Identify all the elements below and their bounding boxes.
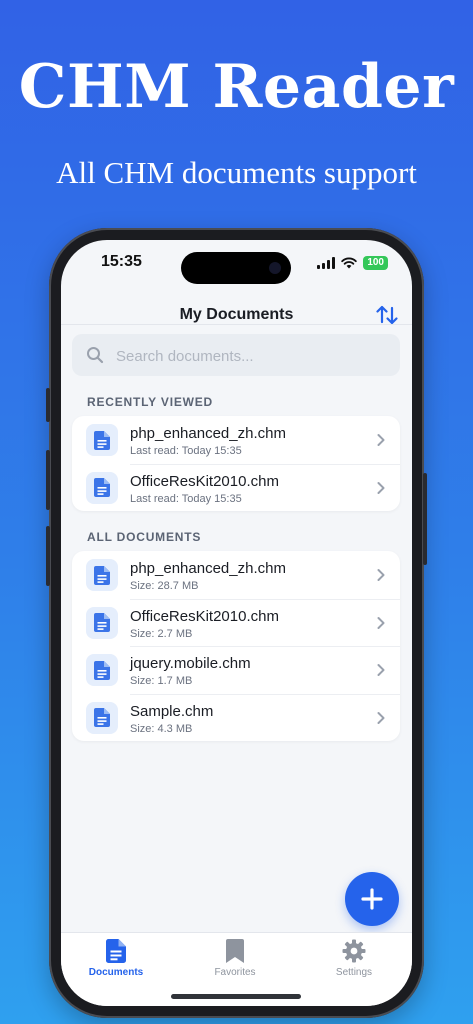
all-documents-list: php_enhanced_zh.chm Size: 28.7 MB Office… <box>72 551 400 741</box>
document-icon <box>86 654 118 686</box>
navigation-bar: My Documents <box>61 292 412 332</box>
promo-subline: All CHM documents support <box>56 155 417 190</box>
chevron-right-icon <box>377 434 385 446</box>
document-icon <box>86 701 118 734</box>
document-size: Size: 4.3 MB <box>130 722 193 735</box>
tab-settings[interactable]: Settings <box>299 939 409 989</box>
chevron-right-icon <box>377 569 385 581</box>
document-icon <box>86 424 118 456</box>
document-icon <box>86 559 118 591</box>
section-title-all-documents: ALL DOCUMENTS <box>87 530 202 544</box>
recently-viewed-list: php_enhanced_zh.chm Last read: Today 15:… <box>72 416 400 511</box>
battery-indicator: 100 <box>363 256 388 270</box>
page-title: My Documents <box>179 306 294 323</box>
list-item[interactable]: Sample.chm Size: 4.3 MB <box>72 693 400 742</box>
wifi-icon <box>341 257 358 269</box>
search-icon <box>87 347 104 364</box>
document-size: Size: 28.7 MB <box>130 580 199 592</box>
promo-headline: CHM Reader <box>18 52 455 122</box>
status-bar: 15:35 100 <box>61 240 412 290</box>
document-name: OfficeResKit2010.chm <box>130 472 279 490</box>
app-screen: 15:35 100 My Documents Search documents.… <box>61 240 412 1006</box>
search-bar[interactable] <box>72 334 400 378</box>
document-size: Size: 1.7 MB <box>130 675 193 687</box>
add-document-button[interactable] <box>345 872 399 926</box>
document-name: php_enhanced_zh.chm <box>130 560 286 577</box>
dynamic-island <box>181 252 291 284</box>
tab-label: Favorites <box>214 967 256 978</box>
volume-down-button <box>46 526 50 586</box>
document-size: Size: 2.7 MB <box>130 627 193 640</box>
document-name: OfficeResKit2010.chm <box>130 607 279 625</box>
document-name: Sample.chm <box>130 702 214 720</box>
chevron-right-icon <box>377 616 385 629</box>
document-icon <box>86 606 118 639</box>
document-meta: Last read: Today 15:35 <box>130 492 242 505</box>
document-name: jquery.mobile.chm <box>130 655 251 672</box>
document-icon <box>106 939 126 963</box>
nav-divider <box>61 324 412 325</box>
list-item[interactable]: php_enhanced_zh.chm Size: 28.7 MB <box>72 551 400 599</box>
document-icon <box>86 471 118 504</box>
home-indicator <box>171 994 301 999</box>
action-button <box>46 388 50 422</box>
tab-favorites[interactable]: Favorites <box>180 939 290 989</box>
chevron-right-icon <box>377 664 385 676</box>
tab-label: Documents <box>88 967 144 978</box>
plus-icon <box>361 888 383 910</box>
volume-up-button <box>46 450 50 510</box>
list-item[interactable]: php_enhanced_zh.chm Last read: Today 15:… <box>72 416 400 464</box>
chevron-right-icon <box>377 711 385 724</box>
status-time: 15:35 <box>101 253 142 270</box>
document-name: php_enhanced_zh.chm <box>130 425 286 442</box>
cellular-signal-icon <box>317 257 336 269</box>
bookmark-icon <box>226 939 244 963</box>
document-meta: Last read: Today 15:35 <box>130 445 242 457</box>
search-input[interactable] <box>114 334 388 378</box>
phone-frame: 15:35 100 My Documents Search documents.… <box>46 228 427 1018</box>
gear-icon <box>342 939 366 963</box>
tab-label: Settings <box>335 967 373 978</box>
status-icons: 100 <box>317 256 388 270</box>
section-title-recently-viewed: RECENTLY VIEWED <box>87 395 214 409</box>
list-item[interactable]: OfficeResKit2010.chm Size: 2.7 MB <box>72 598 400 647</box>
list-item[interactable]: jquery.mobile.chm Size: 1.7 MB <box>72 646 400 694</box>
list-item[interactable]: OfficeResKit2010.chm Last read: Today 15… <box>72 463 400 512</box>
chevron-right-icon <box>377 481 385 494</box>
power-button <box>423 473 427 565</box>
tab-documents[interactable]: Documents <box>61 939 171 989</box>
